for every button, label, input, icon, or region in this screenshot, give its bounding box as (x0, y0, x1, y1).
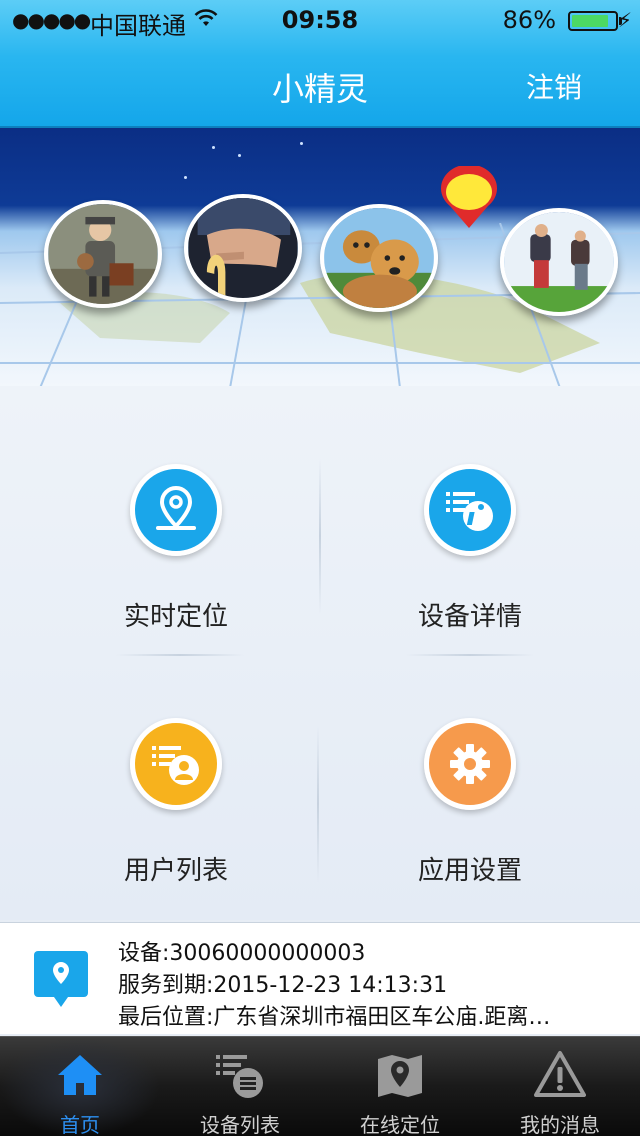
last-location: 最后位置:广东省深圳市福田区车公庙.距离… (118, 1005, 551, 1030)
device-info-icon (424, 464, 516, 556)
logout-button[interactable]: 注销 (526, 66, 582, 106)
charging-icon: ⚡ (617, 8, 632, 32)
location-icon (130, 464, 222, 556)
device-location-icon (34, 951, 88, 1007)
app-settings-button[interactable]: 应用设置 (340, 718, 600, 918)
tab-home[interactable]: 首页 (0, 1037, 160, 1136)
elderly-hands-photo (184, 194, 302, 302)
realtime-location-label: 实时定位 (123, 602, 228, 632)
top-bar: ●●●●● 中国联通 09:58 86% ⚡ 小精灵 注销 (0, 0, 640, 128)
tab-my-messages[interactable]: 我的消息 (480, 1037, 640, 1136)
gear-icon (424, 718, 516, 810)
device-id: 设备:30060000000003 (118, 941, 366, 966)
app-settings-label: 应用设置 (417, 856, 522, 886)
battery-percent: 86% (502, 6, 556, 34)
user-list-label: 用户列表 (123, 856, 228, 886)
tab-online-location-label: 在线定位 (360, 1113, 440, 1136)
tab-device-list[interactable]: 设备列表 (160, 1037, 320, 1136)
realtime-location-button[interactable]: 实时定位 (46, 464, 306, 664)
hikers-photo (500, 208, 618, 316)
dogs-photo (320, 204, 438, 312)
status-bar: ●●●●● 中国联通 09:58 86% ⚡ (0, 0, 640, 40)
tab-bar: 首页 设备列表 在线定位 我的消息 (0, 1036, 640, 1136)
tab-device-list-label: 设备列表 (200, 1113, 280, 1136)
device-info-card[interactable]: 设备:30060000000003 服务到期:2015-12-23 14:13:… (0, 922, 640, 1034)
user-list-button[interactable]: 用户列表 (46, 718, 306, 918)
device-details-label: 设备详情 (417, 602, 522, 632)
battery-icon (568, 11, 622, 31)
child-photo (44, 200, 162, 308)
location-pin-icon (441, 166, 497, 228)
map-pin-icon (378, 1055, 422, 1097)
function-menu: 实时定位 设备详情 用户列表 应用设置 (0, 386, 640, 920)
user-list-icon (130, 718, 222, 810)
home-icon (58, 1055, 102, 1095)
tab-home-label: 首页 (60, 1113, 100, 1136)
tab-my-messages-label: 我的消息 (520, 1113, 600, 1136)
device-details-button[interactable]: 设备详情 (340, 464, 600, 664)
device-list-icon (216, 1055, 263, 1098)
tab-online-location[interactable]: 在线定位 (320, 1037, 480, 1136)
service-expiry: 服务到期:2015-12-23 14:13:31 (118, 973, 448, 998)
warning-icon (534, 1051, 586, 1097)
hero-banner (0, 128, 640, 386)
